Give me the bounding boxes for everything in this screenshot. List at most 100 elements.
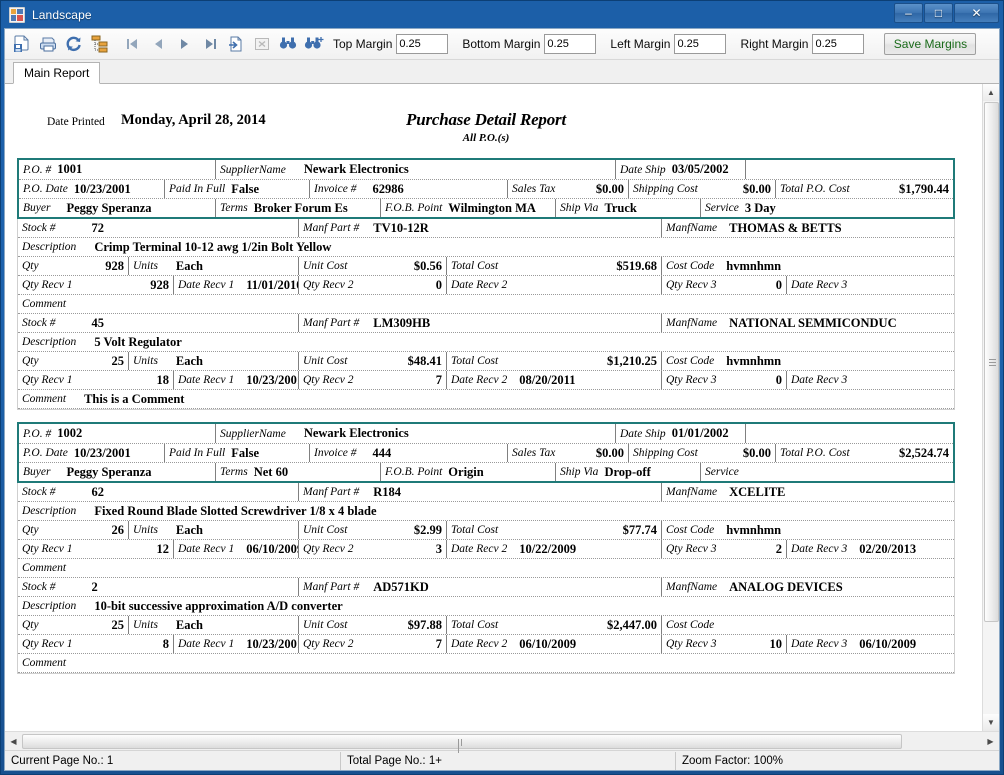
manf-part-label: Manf Part #: [303, 222, 360, 234]
shipping-cost-value: $0.00: [742, 181, 771, 196]
qty-recv-3-label: Qty Recv 3: [666, 374, 717, 386]
previous-page-icon[interactable]: [145, 32, 171, 57]
minimize-button[interactable]: –: [894, 3, 923, 23]
date-recv-2-value: 06/10/2009: [519, 636, 577, 651]
po-header: P.O. # 1002 SupplierName Newark Electron…: [17, 422, 955, 483]
export-save-icon[interactable]: [9, 32, 35, 57]
scroll-right-icon[interactable]: ▶: [982, 733, 999, 750]
total-po-cost-value: $2,524.74: [899, 445, 949, 460]
po-header-row-3: Buyer Peggy Speranza Terms Net 60 F.O.B.…: [19, 462, 953, 481]
current-page-status: Current Page No.: 1: [11, 754, 114, 767]
top-margin-input[interactable]: [396, 34, 449, 54]
po-line-items: Stock # 62 Manf Part # R184 ManfName XCE…: [17, 483, 955, 674]
description-label: Description: [22, 505, 77, 517]
vertical-scrollbar-thumb[interactable]: [983, 102, 999, 622]
manf-name-label: ManfName: [666, 222, 718, 234]
scroll-left-icon[interactable]: ◀: [5, 733, 22, 750]
qty-recv-2-value: 0: [435, 277, 442, 292]
date-ship-label: Date Ship: [620, 163, 666, 176]
invoice-label: Invoice #: [314, 183, 357, 195]
scroll-up-icon[interactable]: ▲: [982, 84, 999, 101]
report-page-area: Date Printed Monday, April 28, 2014 Purc…: [5, 84, 982, 731]
line-item: Stock # 72 Manf Part # TV10-12R ManfName: [18, 219, 954, 314]
line-item-row-description: Description 5 Volt Regulator: [18, 333, 954, 352]
shipping-cost-label: Shipping Cost: [633, 447, 698, 459]
buyer-value: Peggy Speranza: [66, 200, 152, 215]
sales-tax-value: $0.00: [595, 445, 624, 460]
line-item: Stock # 62 Manf Part # R184 ManfName XCE…: [18, 483, 954, 578]
line-item-row-stock: Stock # 45 Manf Part # LM309HB ManfName: [18, 314, 954, 333]
report-subtitle: All P.O.(s): [462, 132, 510, 144]
units-label: Units: [133, 260, 158, 272]
first-page-icon[interactable]: [119, 32, 145, 57]
stock-value: 45: [91, 315, 105, 330]
qty-recv-1-label: Qty Recv 1: [22, 279, 73, 291]
date-recv-3-value: 02/20/2013: [859, 541, 917, 556]
top-margin-label: Top Margin: [333, 37, 393, 51]
po-number-value: 1001: [57, 162, 83, 176]
line-item-row-qty: Qty 26 Units Each Unit Cost $2.99 Total …: [18, 521, 954, 540]
line-item-row-description: Description Fixed Round Blade Slotted Sc…: [18, 502, 954, 521]
po-header-row-1: P.O. # 1002 SupplierName Newark Electron…: [19, 424, 953, 443]
save-margins-button[interactable]: Save Margins: [884, 33, 977, 55]
scrollbar-grip-icon: [458, 738, 465, 753]
line-item: Stock # 2 Manf Part # AD571KD ManfName A…: [18, 578, 954, 673]
bottom-margin-input[interactable]: [544, 34, 597, 54]
total-cost-value: $1,210.25: [607, 353, 657, 368]
total-cost-label: Total Cost: [451, 260, 499, 272]
tab-main-report[interactable]: Main Report: [13, 62, 101, 84]
vertical-scrollbar[interactable]: ▲ ▼: [982, 84, 999, 731]
date-recv-3-label: Date Recv 3: [791, 279, 848, 291]
left-margin-input[interactable]: [674, 34, 727, 54]
report-header: Date Printed Monday, April 28, 2014 Purc…: [17, 110, 955, 158]
fob-point-label: F.O.B. Point: [385, 466, 443, 478]
units-label: Units: [133, 355, 158, 367]
right-margin-input[interactable]: [812, 34, 865, 54]
last-page-icon[interactable]: [197, 32, 223, 57]
ship-via-value: Truck: [604, 200, 637, 215]
service-label: Service: [705, 466, 739, 478]
date-recv-1-value: 10/23/2001: [246, 372, 298, 387]
report-viewer: Date Printed Monday, April 28, 2014 Purc…: [5, 84, 999, 731]
stock-label: Stock #: [22, 581, 56, 593]
qty-recv-3-value: 0: [775, 372, 782, 387]
supplier-name-value: Newark Electronics: [303, 426, 409, 440]
refresh-icon[interactable]: [61, 32, 87, 57]
search-icon[interactable]: [275, 32, 301, 57]
manf-name-value: NATIONAL SEMMICONDUC: [729, 315, 897, 330]
line-item-row-recv: Qty Recv 1 8 Date Recv 1 10/23/2001 Qty …: [18, 635, 954, 654]
stock-value: 72: [91, 220, 105, 235]
qty-recv-2-value: 7: [435, 372, 442, 387]
line-item-row-description: Description Crimp Terminal 10-12 awg 1/2…: [18, 238, 954, 257]
qty-recv-3-label: Qty Recv 3: [666, 543, 717, 555]
next-page-icon[interactable]: [171, 32, 197, 57]
qty-recv-2-value: 3: [435, 541, 442, 556]
total-page-status: Total Page No.: 1+: [340, 751, 675, 770]
qty-recv-1-value: 18: [156, 372, 170, 387]
invoice-label: Invoice #: [314, 447, 357, 459]
print-icon[interactable]: [35, 32, 61, 57]
status-bar: Current Page No.: 1 Total Page No.: 1+ Z…: [5, 750, 999, 770]
shipping-cost-value: $0.00: [742, 445, 771, 460]
date-ship-value: 01/01/2002: [671, 426, 729, 440]
qty-recv-2-label: Qty Recv 2: [303, 543, 354, 555]
stock-value: 62: [91, 484, 105, 499]
cost-code-value: hvmnhmn: [726, 258, 782, 273]
line-item-row-comment: Comment: [18, 295, 954, 314]
search-next-icon[interactable]: [301, 32, 327, 57]
tab-strip: Main Report: [5, 60, 999, 84]
horizontal-scrollbar-thumb[interactable]: [22, 733, 902, 753]
qty-value: 25: [111, 353, 125, 368]
toggle-group-tree-icon[interactable]: [87, 32, 113, 57]
paid-in-full-label: Paid In Full: [169, 183, 226, 195]
manf-part-label: Manf Part #: [303, 581, 360, 593]
horizontal-scrollbar[interactable]: ◀ ▶: [5, 731, 999, 753]
go-to-page-icon[interactable]: [223, 32, 249, 57]
date-ship-value: 03/05/2002: [671, 162, 729, 176]
qty-recv-1-value: 928: [150, 277, 169, 292]
scroll-down-icon[interactable]: ▼: [982, 714, 999, 731]
close-button[interactable]: ✕: [954, 3, 999, 23]
unit-cost-value: $48.41: [407, 353, 442, 368]
sales-tax-label: Sales Tax: [512, 183, 556, 195]
maximize-button[interactable]: □: [924, 3, 953, 23]
